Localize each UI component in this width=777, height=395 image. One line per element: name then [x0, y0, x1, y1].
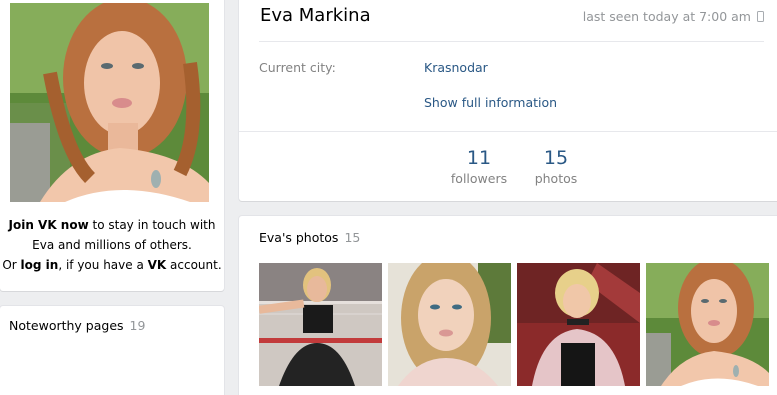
photo-thumbnail[interactable] — [646, 263, 769, 386]
photos-count: 15 — [543, 147, 569, 169]
current-city-link[interactable]: Krasnodar — [424, 60, 488, 75]
divider — [239, 131, 777, 132]
photo-thumbnail[interactable] — [388, 263, 511, 386]
photo-thumbnail[interactable] — [517, 263, 640, 386]
photos-counter[interactable]: 15 photos — [529, 147, 583, 188]
last-seen-status: last seen today at 7:00 am — [583, 9, 764, 24]
join-vk-message: Join VK now to stay in touch with Eva an… — [2, 218, 222, 272]
photos-block: Eva's photos 15 — [239, 216, 777, 395]
followers-label: followers — [450, 171, 508, 186]
vk-brand: VK — [147, 258, 167, 272]
profile-name: Eva Markina — [260, 5, 371, 26]
photos-label: photos — [534, 171, 578, 186]
profile-avatar[interactable] — [10, 3, 209, 202]
followers-counter[interactable]: 11 followers — [449, 147, 509, 188]
login-link[interactable]: log in — [21, 258, 59, 272]
profile-info-card: Eva Markina last seen today at 7:00 am C… — [239, 0, 777, 201]
followers-count: 11 — [466, 147, 492, 169]
photos-header[interactable]: Eva's photos 15 — [259, 230, 360, 245]
noteworthy-count: 19 — [129, 318, 146, 333]
avatar-card: Join VK now to stay in touch with Eva an… — [0, 0, 224, 291]
noteworthy-pages-block: Noteworthy pages 19 — [0, 306, 224, 395]
photos-header-count: 15 — [344, 230, 361, 245]
join-vk-link[interactable]: Join VK now — [9, 218, 89, 232]
divider — [259, 41, 764, 42]
photo-thumbnail[interactable] — [259, 263, 382, 386]
show-full-information-link[interactable]: Show full information — [424, 95, 557, 110]
noteworthy-pages-header[interactable]: Noteworthy pages 19 — [9, 318, 145, 333]
mobile-phone-icon — [757, 11, 764, 22]
current-city-label: Current city: — [259, 60, 336, 75]
